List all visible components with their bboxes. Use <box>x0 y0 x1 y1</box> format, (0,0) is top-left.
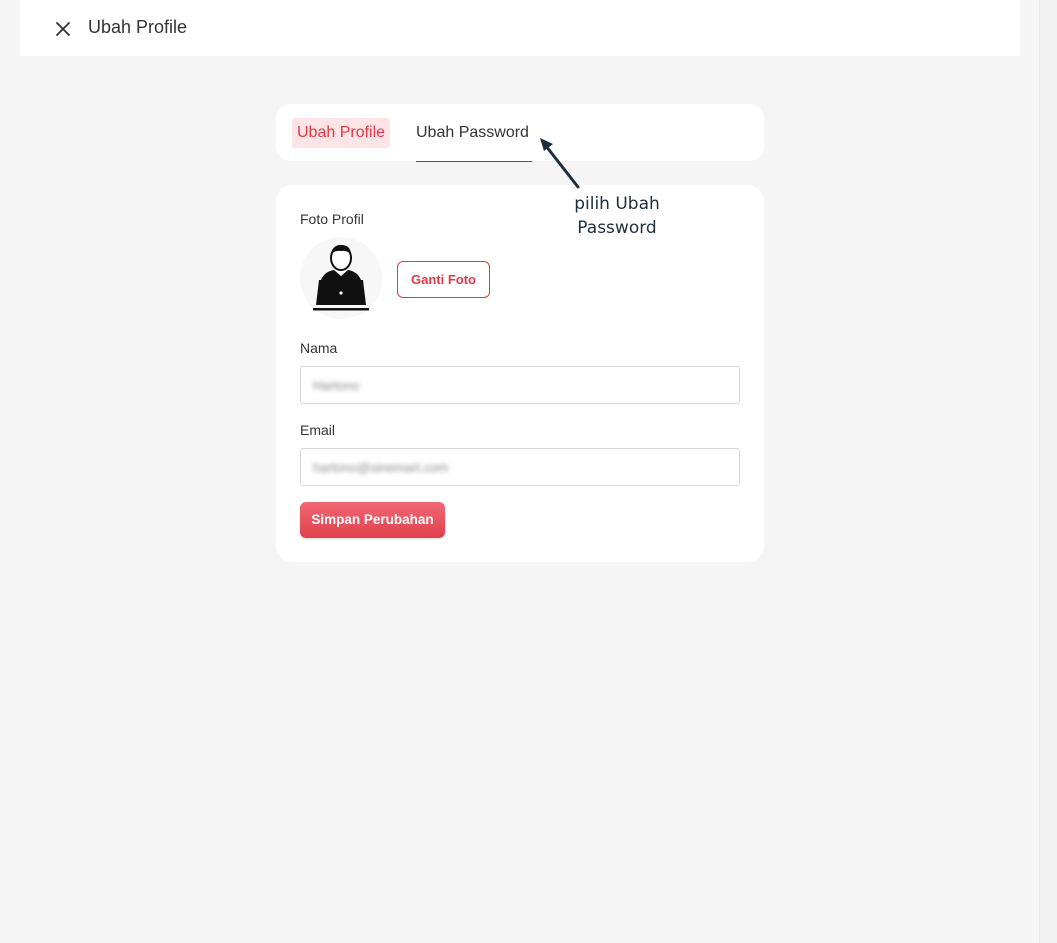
close-button[interactable] <box>50 16 76 42</box>
annotation-line-1: pilih Ubah <box>574 194 660 214</box>
user-laptop-icon <box>313 245 369 311</box>
scrollbar[interactable] <box>1039 0 1057 943</box>
page-title: Ubah Profile <box>88 17 188 37</box>
avatar <box>300 237 382 319</box>
change-photo-button[interactable]: Ganti Foto <box>397 261 490 298</box>
tab-ubah-profile[interactable]: Ubah Profile <box>292 118 391 148</box>
email-field[interactable]: hartono@sinemart.com <box>300 448 740 486</box>
email-value: hartono@sinemart.com <box>313 460 449 475</box>
profile-form-card: Foto Profil Ganti Foto Nama Hartono Emai… <box>276 185 764 562</box>
close-icon <box>56 22 70 36</box>
email-label: Email <box>300 422 336 438</box>
name-value: Hartono <box>313 378 360 393</box>
name-field[interactable]: Hartono <box>300 366 740 404</box>
save-changes-button[interactable]: Simpan Perubahan <box>300 502 445 538</box>
photo-label: Foto Profil <box>300 211 364 227</box>
annotation-arrow-icon <box>540 138 580 189</box>
tab-ubah-password[interactable]: Ubah Password <box>416 118 532 162</box>
annotation-text: pilih Ubah Password <box>566 192 668 240</box>
tab-bar: Ubah Profile Ubah Password <box>276 104 764 162</box>
name-label: Nama <box>300 340 338 356</box>
annotation-line-2: Password <box>577 218 657 238</box>
